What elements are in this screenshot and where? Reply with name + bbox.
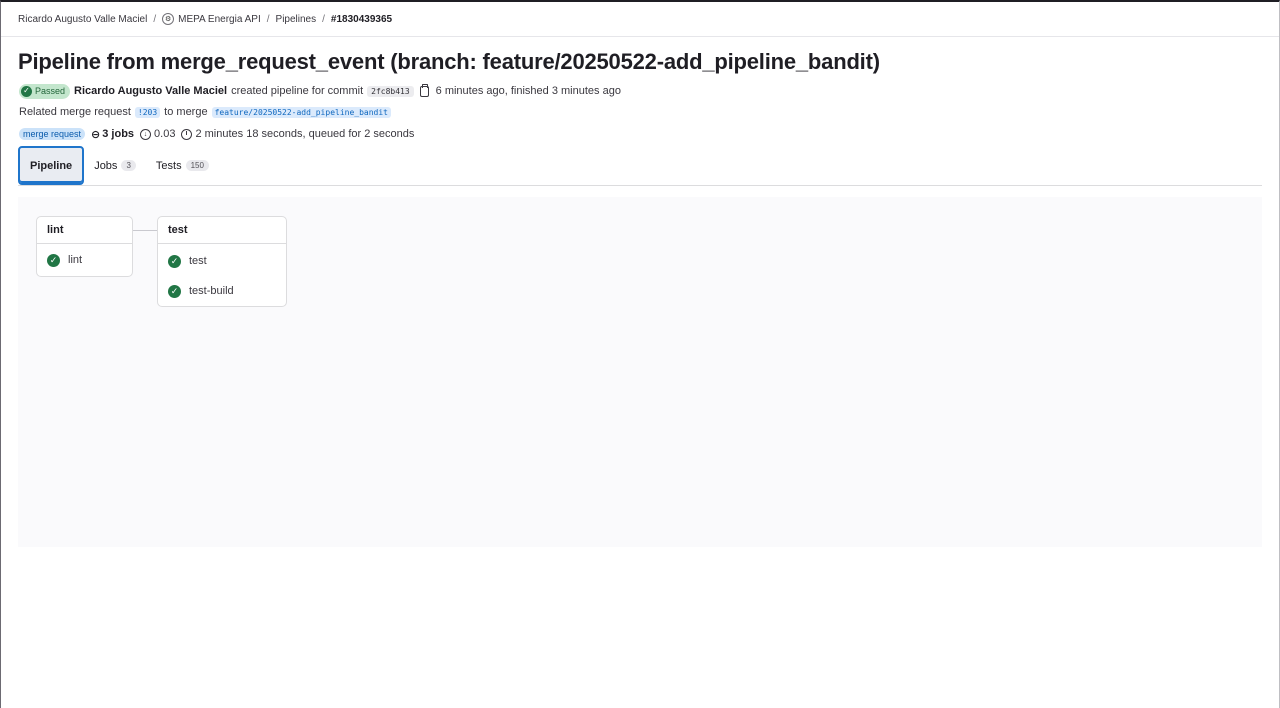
timing-text: 6 minutes ago, finished 3 minutes ago — [435, 85, 621, 97]
tab-label: Jobs — [94, 159, 118, 172]
stage-title: lint — [37, 217, 132, 244]
breadcrumb-owner[interactable]: Ricardo Augusto Valle Maciel — [18, 14, 147, 25]
breadcrumb-current[interactable]: #1830439365 — [331, 14, 392, 25]
breadcrumb-pipelines[interactable]: Pipelines — [276, 14, 317, 25]
pipeline-graph: lint ✓ lint test ✓ test ✓ test-build — [18, 197, 1262, 547]
tab-label: Tests — [155, 159, 182, 172]
pipeline-stats: merge request ⊖ 3 jobs ↓ 0.03 2 minutes … — [19, 126, 414, 142]
job-name: lint — [68, 254, 83, 266]
stage-title: test — [158, 217, 286, 244]
tab-jobs[interactable]: Jobs 3 — [84, 146, 146, 185]
job-lint[interactable]: ✓ lint — [37, 244, 132, 276]
tab-pipeline[interactable]: Pipeline — [18, 146, 85, 185]
status-badge[interactable]: ✓ Passed — [19, 83, 71, 99]
tab-count-badge: 3 — [121, 160, 136, 171]
stage-lint: lint ✓ lint — [36, 216, 133, 277]
pipeline-tabs: Pipeline Jobs 3 Tests 150 — [18, 146, 1262, 186]
check-circle-icon: ✓ — [168, 284, 181, 298]
related-mr: Related merge request !203 to merge feat… — [19, 104, 395, 120]
job-test[interactable]: ✓ test — [158, 246, 286, 276]
tab-tests[interactable]: Tests 150 — [146, 146, 219, 185]
breadcrumb-separator: / — [153, 13, 157, 25]
branch-link[interactable]: feature/20250522-add_pipeline_bandit — [211, 106, 391, 118]
stage-test: test ✓ test ✓ test-build — [157, 216, 287, 307]
compute-value: 0.03 — [154, 128, 176, 140]
project-avatar-icon: ⚙ — [162, 13, 175, 25]
created-text: created pipeline for commit — [231, 85, 364, 97]
related-prefix: Related merge request — [19, 106, 131, 118]
status-label: Passed — [35, 86, 66, 96]
tab-label: Pipeline — [30, 159, 73, 172]
check-circle-icon: ✓ — [168, 254, 181, 268]
breadcrumb-separator: / — [322, 13, 325, 25]
duration-text: 2 minutes 18 seconds, queued for 2 secon… — [195, 128, 415, 140]
pipeline-icon: ⊖ — [91, 128, 101, 141]
pipeline-summary: ✓ Passed Ricardo Augusto Valle Maciel cr… — [19, 82, 621, 100]
clipboard-icon[interactable] — [419, 83, 429, 97]
check-circle-icon: ✓ — [47, 253, 60, 267]
job-name: test — [189, 255, 207, 267]
job-name: test-build — [189, 285, 234, 297]
breadcrumb-separator: / — [266, 13, 270, 25]
page-title: Pipeline from merge_request_event (branc… — [18, 49, 880, 74]
job-test-build[interactable]: ✓ test-build — [158, 276, 286, 306]
header-divider — [1, 36, 1279, 37]
breadcrumb: Ricardo Augusto Valle Maciel / ⚙ MEPA En… — [18, 9, 392, 29]
author-link[interactable]: Ricardo Augusto Valle Maciel — [74, 85, 227, 97]
timer-icon — [181, 128, 193, 140]
compute-icon: ↓ — [140, 128, 152, 140]
commit-sha-link[interactable]: 2fc8b413 — [367, 85, 414, 97]
merge-to-text: to merge — [164, 106, 208, 118]
tab-count-badge: 150 — [185, 160, 209, 171]
check-circle-icon: ✓ — [21, 85, 32, 97]
jobs-count: ⊖ 3 jobs — [91, 128, 134, 141]
jobs-count-label: 3 jobs — [102, 128, 135, 140]
breadcrumb-project[interactable]: MEPA Energia API — [178, 14, 261, 25]
mr-link[interactable]: !203 — [134, 106, 161, 118]
stage-connector — [133, 230, 157, 231]
source-badge: merge request — [19, 128, 86, 140]
